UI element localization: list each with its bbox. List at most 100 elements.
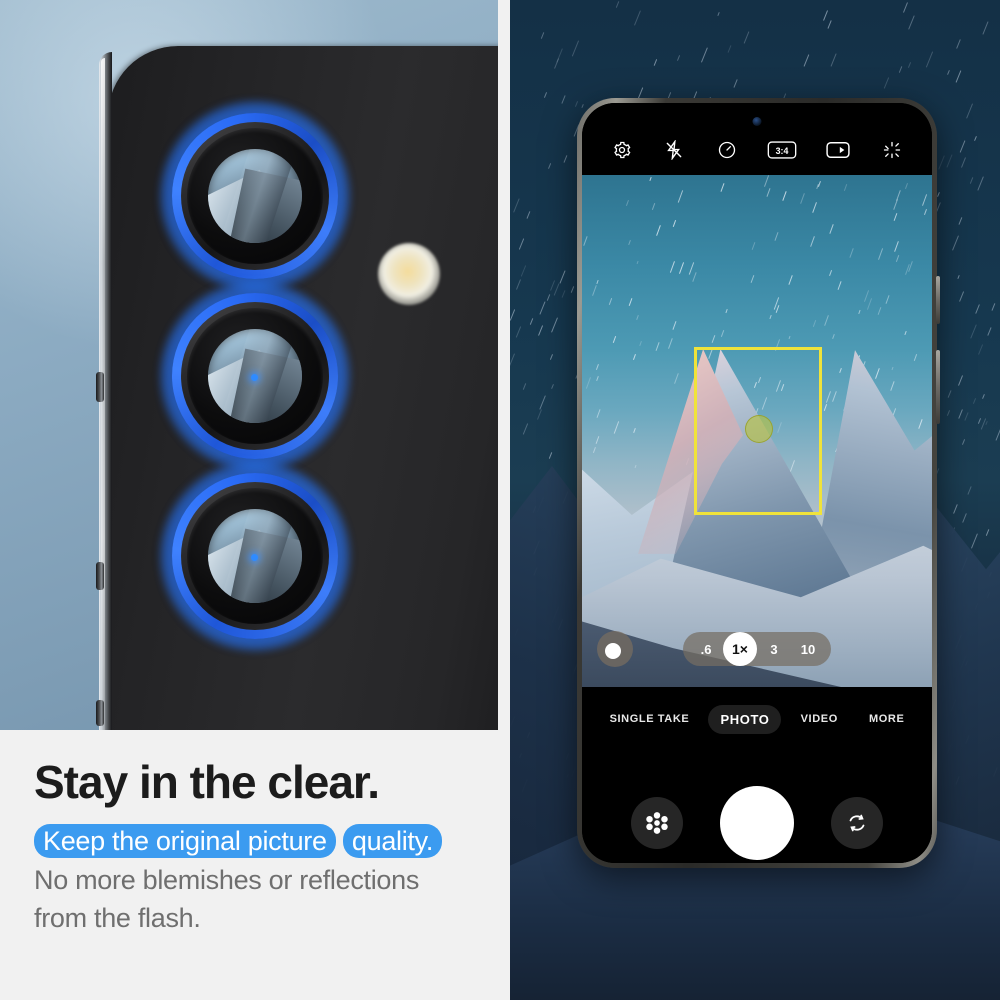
star-trail — [526, 210, 531, 219]
viewfinder-star-trail — [812, 319, 817, 328]
camera-flip-button[interactable] — [831, 797, 884, 849]
viewfinder-star-trail — [670, 261, 676, 273]
viewfinder-star-trail — [837, 281, 842, 291]
viewfinder-star-trail — [764, 175, 770, 188]
viewfinder-star-trail — [782, 191, 787, 202]
viewfinder-star-trail — [679, 262, 685, 275]
mode-video[interactable]: VIDEO — [789, 706, 850, 732]
panel-divider — [498, 0, 510, 1000]
viewfinder-star-trail — [839, 368, 842, 374]
viewfinder-star-trail — [613, 421, 620, 434]
mode-more[interactable]: MORE — [857, 706, 916, 732]
star-trail — [549, 280, 555, 292]
star-trail — [898, 66, 903, 74]
viewfinder-star-trail — [655, 342, 660, 352]
star-trail — [633, 10, 641, 26]
star-trail — [518, 238, 525, 251]
zoom-option-3x[interactable]: 3 — [757, 632, 791, 666]
star-trail — [957, 409, 963, 420]
gallery-thumbnail-button[interactable] — [630, 797, 683, 849]
star-trail — [513, 198, 520, 213]
viewfinder-star-trail — [634, 464, 637, 469]
star-trail — [551, 384, 555, 390]
viewfinder-star-trail — [720, 330, 725, 338]
aspect-ratio-icon[interactable]: 3:4 — [767, 138, 797, 162]
lens-glass-reflection — [208, 329, 302, 423]
device-volume-button[interactable] — [936, 350, 940, 424]
viewfinder-star-trail — [672, 219, 677, 227]
star-trail — [966, 103, 974, 119]
filters-icon[interactable] — [880, 138, 904, 162]
viewfinder-star-trail — [592, 284, 598, 296]
lens-glass-reflection — [208, 509, 302, 603]
viewfinder-star-trail — [655, 225, 661, 236]
phone-side-button — [96, 700, 104, 726]
zoom-option-10x[interactable]: 10 — [791, 632, 825, 666]
mode-single-take[interactable]: SINGLE TAKE — [598, 706, 702, 732]
star-trail — [969, 176, 973, 184]
star-trail — [553, 283, 560, 297]
viewfinder-star-trail — [885, 295, 891, 305]
viewfinder-star-trail — [891, 366, 894, 370]
viewfinder-star-trail — [831, 391, 837, 402]
viewfinder-star-trail — [673, 373, 679, 384]
settings-icon[interactable] — [610, 138, 634, 162]
viewfinder-star-trail — [750, 275, 754, 283]
star-trail — [551, 317, 559, 333]
viewfinder-star-trail — [632, 428, 636, 434]
smartphone-device: 3:4 .6 1× 3 10 SINGLE TAKE PHOTO VIDEO M… — [577, 98, 940, 868]
zoom-option-0_6x[interactable]: .6 — [689, 632, 723, 666]
lens-glass-reflection — [208, 149, 302, 243]
mode-photo[interactable]: PHOTO — [708, 704, 782, 734]
viewfinder-star-trail — [672, 321, 677, 331]
star-trail — [902, 2, 908, 13]
viewfinder-star-trail — [895, 254, 899, 263]
phone-side-button — [96, 562, 104, 590]
viewfinder-star-trail — [595, 363, 599, 370]
highlighted-text-line-2: quality. — [342, 824, 443, 859]
star-trail — [978, 418, 982, 424]
zoom-level-selector: .6 1× 3 10 — [683, 632, 831, 666]
star-trail — [510, 353, 516, 369]
exposure-knob[interactable] — [597, 631, 633, 667]
star-trail — [946, 154, 953, 168]
camera-shutter-row — [582, 763, 932, 863]
highlighted-text-line-1: Keep the original picture — [34, 824, 336, 859]
star-trail — [549, 354, 553, 360]
viewfinder-star-trail — [824, 403, 828, 411]
star-trail — [571, 285, 575, 293]
viewfinder-star-trail — [608, 298, 613, 305]
viewfinder-star-trail — [711, 335, 715, 344]
camera-lens-ring-middle — [160, 281, 350, 471]
viewfinder-star-trail — [628, 297, 633, 306]
star-trail — [733, 78, 738, 88]
viewfinder-star-trail — [596, 279, 599, 284]
star-trail — [510, 309, 515, 321]
flash-off-icon[interactable] — [662, 138, 686, 162]
star-trail — [952, 503, 958, 514]
camera-lens-ring-bottom — [160, 461, 350, 651]
viewfinder-star-trail — [649, 177, 652, 182]
autofocus-indicator[interactable] — [745, 415, 773, 443]
star-trail — [563, 155, 568, 163]
star-trail — [987, 326, 992, 336]
caption-block: Stay in the clear. Keep the original pic… — [0, 730, 498, 1000]
viewfinder-star-trail — [635, 314, 639, 321]
star-trail — [956, 39, 962, 49]
motion-photo-icon[interactable] — [825, 138, 851, 162]
camera-viewfinder[interactable] — [582, 175, 932, 687]
viewfinder-star-trail — [829, 270, 833, 277]
front-camera-icon — [752, 117, 762, 126]
viewfinder-star-trail — [824, 314, 830, 326]
shutter-button[interactable] — [719, 786, 794, 860]
timer-icon[interactable] — [715, 138, 739, 162]
star-trail — [716, 12, 720, 17]
star-trail — [991, 303, 995, 311]
viewfinder-star-trail — [918, 418, 923, 429]
zoom-option-1x[interactable]: 1× — [723, 632, 757, 666]
star-trail — [521, 265, 527, 277]
viewfinder-star-trail — [774, 231, 779, 241]
star-trail — [982, 394, 985, 400]
device-side-button[interactable] — [936, 276, 940, 324]
viewfinder-star-trail — [923, 208, 927, 215]
